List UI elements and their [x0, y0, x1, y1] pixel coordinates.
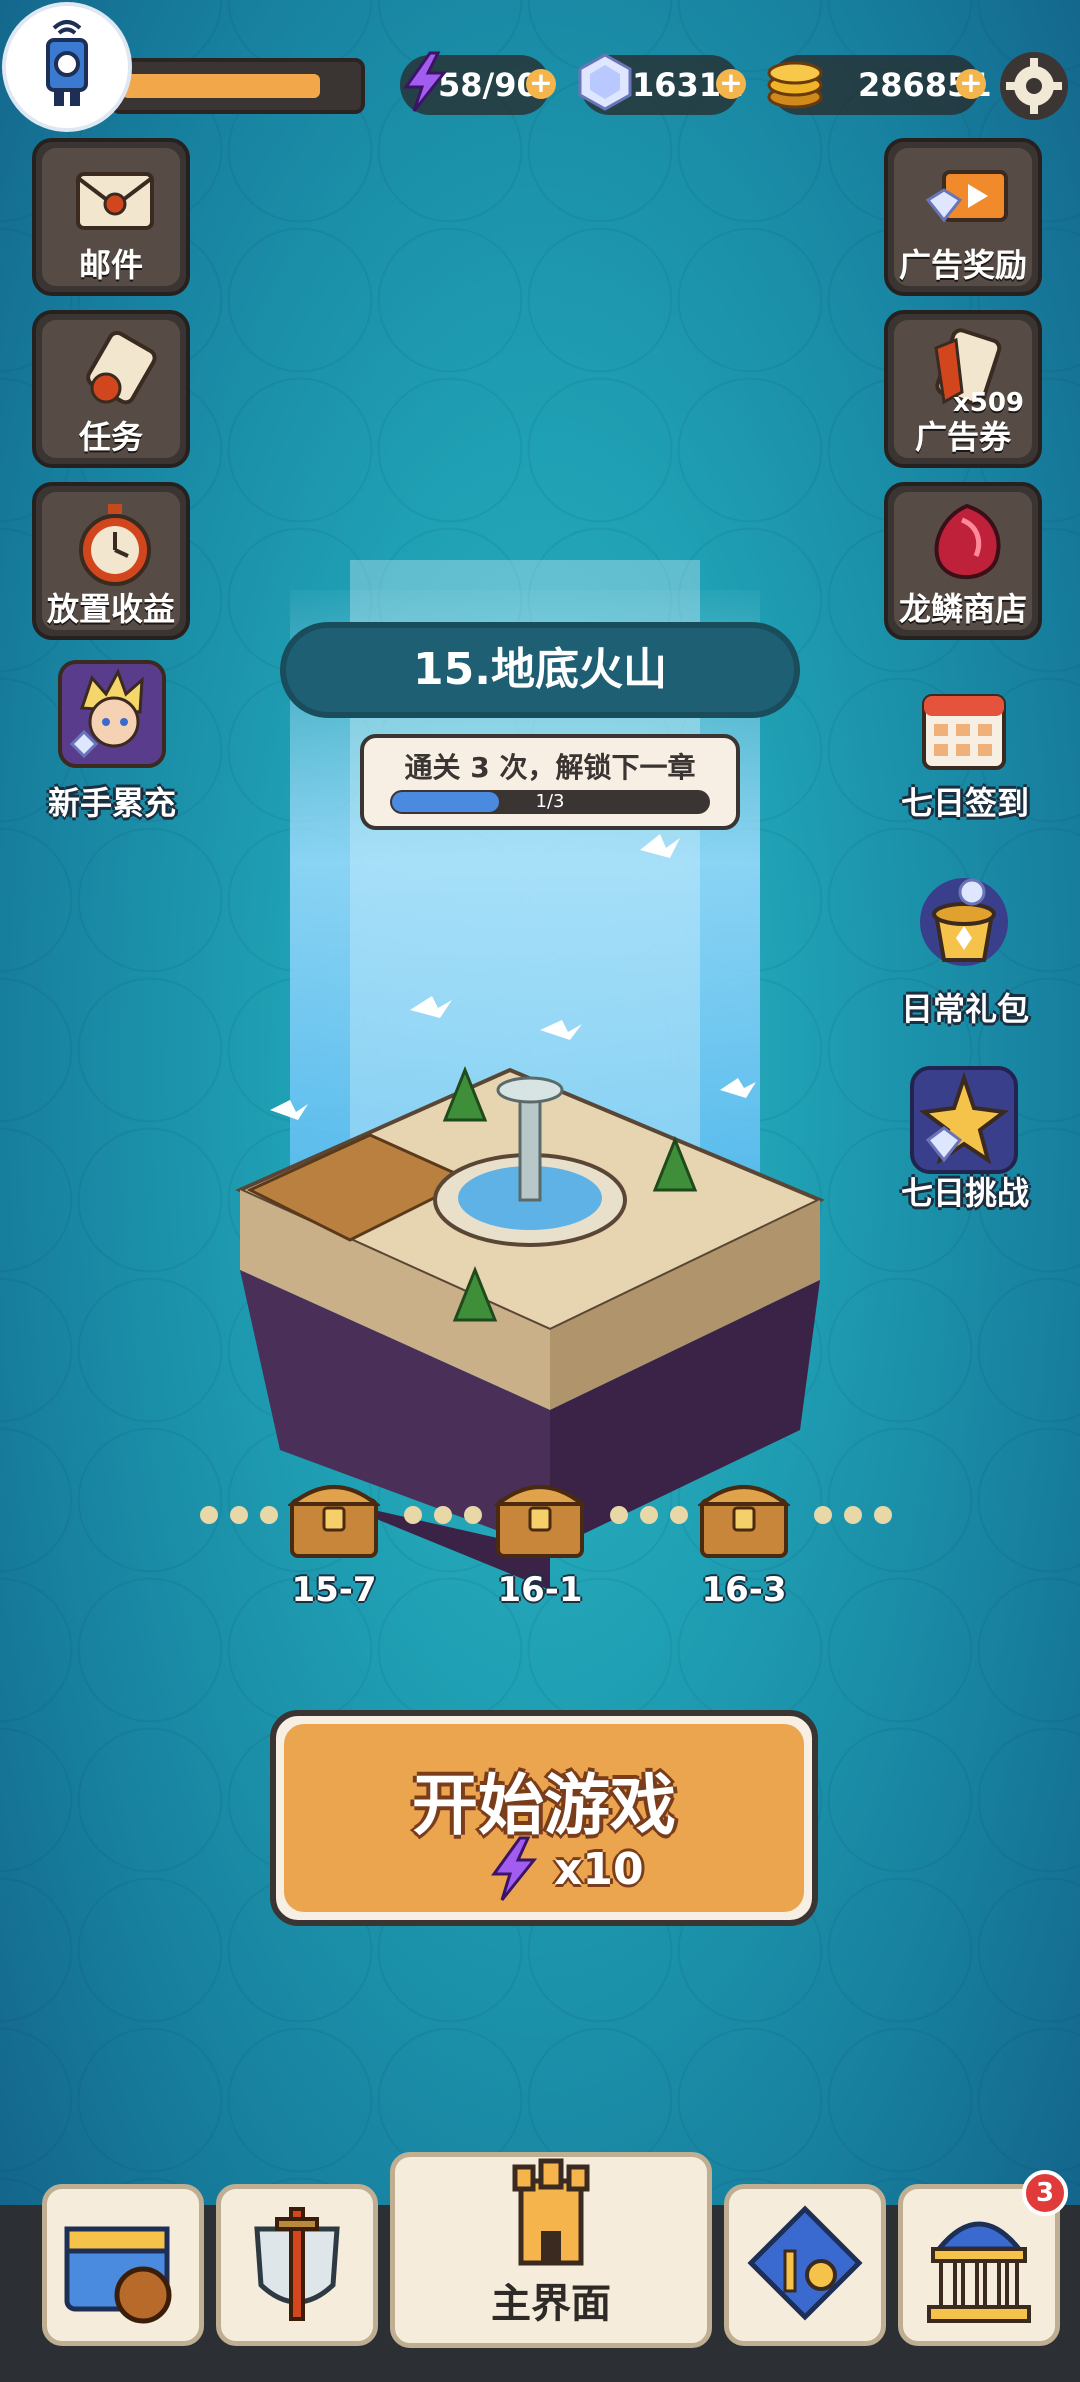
- ad-ticket-button[interactable]: x509 广告券: [884, 310, 1042, 468]
- daily-gift-label: 日常礼包: [900, 990, 1029, 1028]
- robot-avatar-icon: [46, 20, 88, 106]
- coin-plus-button[interactable]: +: [956, 69, 986, 99]
- ad-reward-label: 广告奖励: [898, 246, 1027, 284]
- key-rune-icon: [747, 2205, 863, 2321]
- unlock-tip-text: 通关 3 次，解锁下一章: [404, 751, 696, 784]
- quest-button[interactable]: 任务: [32, 310, 190, 468]
- nav-main-label: 主界面: [491, 2281, 611, 2327]
- energy-plus-button[interactable]: +: [526, 69, 556, 99]
- unlock-progress-text: 1/3: [535, 791, 565, 812]
- progress-dot: [230, 1506, 248, 1524]
- lightning-icon: [491, 1836, 538, 1901]
- treasure-chest-icon: [286, 1485, 382, 1558]
- crystal-icon: [578, 53, 632, 111]
- reward-chest-1[interactable]: [286, 1470, 382, 1564]
- nav-equipment-button[interactable]: [216, 2184, 378, 2346]
- challenge-icon: [910, 1066, 1018, 1174]
- progress-dot: [640, 1506, 658, 1524]
- nav-skills-button[interactable]: [724, 2184, 886, 2346]
- mail-icon: [76, 172, 154, 230]
- ad-ticket-label: 广告券: [914, 418, 1011, 456]
- gem-plus-button[interactable]: +: [716, 69, 746, 99]
- seven-day-challenge-label: 七日挑战: [900, 1174, 1029, 1212]
- seven-day-signin-label: 七日签到: [900, 784, 1029, 822]
- progress-dot: [670, 1506, 688, 1524]
- dragon-scale-shop-button[interactable]: 龙鳞商店: [884, 482, 1042, 640]
- quest-label: 任务: [78, 418, 143, 456]
- daily-gift-button[interactable]: [910, 864, 1018, 972]
- chest-and-bag-icon: [64, 2226, 172, 2324]
- milestone-label: 16-1: [497, 1570, 583, 1610]
- start-game-cost: x10: [554, 1844, 644, 1895]
- treasure-chest-icon: [696, 1485, 792, 1558]
- experience-bar: [110, 58, 365, 114]
- progress-dot: [874, 1506, 892, 1524]
- start-game-label: 开始游戏: [412, 1767, 676, 1844]
- progress-dot: [464, 1506, 482, 1524]
- calendar-icon: [922, 694, 1006, 770]
- gift-pot-icon: [920, 878, 1008, 966]
- treasure-chest-icon: [492, 1485, 588, 1558]
- progress-dot: [404, 1506, 422, 1524]
- lightning-icon: [403, 51, 448, 112]
- gem-counter[interactable]: 16311 +: [578, 53, 746, 115]
- newbie-recharge-button[interactable]: [58, 660, 166, 768]
- tv-ad-icon: [925, 170, 1008, 223]
- notification-badge: 3: [1022, 2170, 1068, 2216]
- experience-bar-fill: [122, 74, 321, 98]
- mail-label: 邮件: [78, 246, 143, 284]
- progress-dot: [260, 1506, 278, 1524]
- milestone-label: 16-3: [701, 1570, 787, 1610]
- dragon-scale-icon: [934, 503, 1001, 579]
- progress-dot: [610, 1506, 628, 1524]
- nav-inventory-button[interactable]: [42, 2184, 204, 2346]
- coin-counter[interactable]: 286851 +: [767, 55, 992, 115]
- milestone-label: 15-7: [291, 1570, 377, 1610]
- player-avatar[interactable]: [2, 2, 132, 132]
- shield-sword-icon: [254, 2207, 340, 2321]
- progress-dot: [434, 1506, 452, 1524]
- progress-dot: [200, 1506, 218, 1524]
- ad-reward-button[interactable]: 广告奖励: [884, 138, 1042, 296]
- reward-chest-3[interactable]: [696, 1470, 792, 1564]
- reward-chest-2[interactable]: [492, 1470, 588, 1564]
- seven-day-challenge-button[interactable]: [908, 1064, 1020, 1176]
- stage-title: 15.地底火山: [280, 622, 800, 718]
- coin-stack-icon: [767, 61, 823, 109]
- settings-button[interactable]: [1000, 52, 1068, 120]
- stopwatch-icon: [79, 504, 151, 586]
- unlock-progress-bar: 1/3: [390, 790, 710, 814]
- castle-icon: [512, 2158, 590, 2266]
- nav-main-button[interactable]: 主界面: [390, 2152, 712, 2348]
- start-game-button[interactable]: 开始游戏 x10: [270, 1710, 818, 1926]
- mail-button[interactable]: 邮件: [32, 138, 190, 296]
- idle-reward-label: 放置收益: [46, 590, 175, 628]
- seven-day-signin-button[interactable]: [918, 682, 1010, 774]
- progress-dot: [814, 1506, 832, 1524]
- gear-icon: [1006, 58, 1062, 114]
- scroll-icon: [86, 330, 157, 405]
- newbie-recharge-label: 新手累充: [47, 784, 176, 822]
- idle-reward-button[interactable]: 放置收益: [32, 482, 190, 640]
- progress-dot: [844, 1506, 862, 1524]
- unlock-tip: 通关 3 次，解锁下一章 1/3: [360, 734, 740, 830]
- dragon-scale-shop-label: 龙鳞商店: [898, 590, 1027, 628]
- energy-counter[interactable]: 58/90 +: [400, 51, 556, 115]
- hero-portrait-icon: [69, 668, 144, 759]
